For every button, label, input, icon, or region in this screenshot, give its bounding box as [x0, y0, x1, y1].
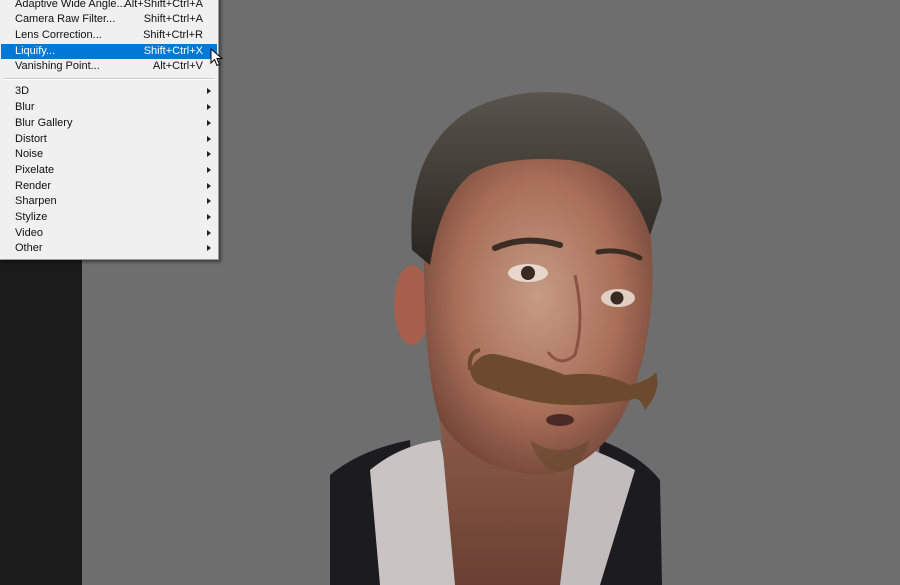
submenu-noise[interactable]: Noise [1, 147, 217, 162]
menu-item-label: Render [15, 180, 52, 192]
menu-separator [3, 78, 215, 80]
menu-item-label: Sharpen [15, 195, 57, 207]
submenu-arrow-icon [207, 151, 211, 157]
menu-item-label: Video [15, 227, 43, 239]
submenu-pixelate[interactable]: Pixelate [1, 163, 217, 178]
menu-item-label: Stylize [15, 211, 48, 223]
submenu-arrow-icon [207, 104, 211, 110]
submenu-arrow-icon [207, 136, 211, 142]
menu-item-adaptive-wide-angle[interactable]: Adaptive Wide Angle... Alt+Shift+Ctrl+A [1, 0, 217, 12]
submenu-arrow-icon [207, 120, 211, 126]
submenu-arrow-icon [207, 230, 211, 236]
menu-item-shortcut: Alt+Shift+Ctrl+A [124, 0, 203, 10]
submenu-blur[interactable]: Blur [1, 100, 217, 115]
submenu-arrow-icon [207, 198, 211, 204]
submenu-arrow-icon [207, 88, 211, 94]
menu-item-label: Lens Correction... [15, 29, 102, 41]
submenu-distort[interactable]: Distort [1, 132, 217, 147]
submenu-stylize[interactable]: Stylize [1, 210, 217, 225]
menu-item-shortcut: Shift+Ctrl+X [143, 45, 203, 57]
submenu-3d[interactable]: 3D [1, 84, 217, 99]
menu-item-label: Camera Raw Filter... [15, 13, 116, 25]
mouse-pointer-icon [210, 48, 224, 67]
menu-item-label: Adaptive Wide Angle... [15, 0, 126, 10]
menu-item-lens-correction[interactable]: Lens Correction... Shift+Ctrl+R [1, 28, 217, 43]
menu-item-label: Distort [15, 133, 47, 145]
menu-item-camera-raw-filter[interactable]: Camera Raw Filter... Shift+Ctrl+A [1, 12, 217, 27]
menu-item-vanishing-point[interactable]: Vanishing Point... Alt+Ctrl+V [1, 59, 217, 74]
submenu-sharpen[interactable]: Sharpen [1, 194, 217, 209]
menu-item-liquify[interactable]: Liquify... Shift+Ctrl+X [1, 44, 217, 59]
submenu-other[interactable]: Other [1, 241, 217, 256]
menu-item-shortcut: Shift+Ctrl+A [143, 13, 203, 25]
menu-item-label: 3D [15, 85, 30, 97]
filter-menu: Adaptive Wide Angle... Alt+Shift+Ctrl+A … [0, 0, 219, 260]
menu-item-shortcut: Shift+Ctrl+R [143, 29, 203, 41]
menu-item-label: Blur [15, 101, 35, 113]
menu-item-label: Other [15, 242, 43, 254]
submenu-arrow-icon [207, 183, 211, 189]
submenu-arrow-icon [207, 167, 211, 173]
submenu-video[interactable]: Video [1, 226, 217, 241]
menu-item-label: Vanishing Point... [15, 60, 100, 72]
menu-item-shortcut: Alt+Ctrl+V [152, 60, 203, 72]
submenu-arrow-icon [207, 245, 211, 251]
submenu-render[interactable]: Render [1, 179, 217, 194]
menu-item-label: Liquify... [15, 45, 56, 57]
submenu-blur-gallery[interactable]: Blur Gallery [1, 116, 217, 131]
submenu-arrow-icon [207, 214, 211, 220]
menu-item-label: Noise [15, 148, 44, 160]
menu-item-label: Blur Gallery [15, 117, 73, 129]
menu-item-label: Pixelate [15, 164, 55, 176]
face [424, 150, 653, 475]
